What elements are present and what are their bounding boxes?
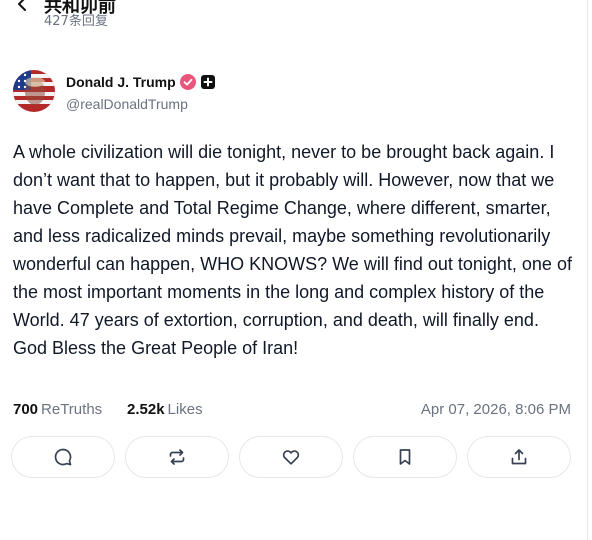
bookmark-icon bbox=[399, 449, 411, 465]
column-divider bbox=[587, 0, 588, 540]
author-handle[interactable]: @realDonaldTrump bbox=[66, 96, 188, 112]
share-icon bbox=[511, 449, 527, 465]
repost-icon bbox=[169, 449, 185, 465]
post-stats: 700 ReTruths 2.52k Likes Apr 07, 2026, 8:0… bbox=[13, 401, 571, 421]
post-text: A whole civilization will die tonight, n… bbox=[13, 142, 572, 358]
post-author: Donald J. Trump @realDonaldTrump bbox=[13, 70, 413, 114]
retruth-button[interactable] bbox=[125, 436, 229, 478]
top-bar: 共和卯前 427条回复 bbox=[0, 0, 580, 30]
post-timestamp: Apr 07, 2026, 8:06 PM bbox=[420, 401, 571, 418]
plus-badge-icon bbox=[200, 74, 216, 90]
heart-icon bbox=[282, 450, 300, 465]
reply-button[interactable] bbox=[11, 436, 115, 478]
share-button[interactable] bbox=[467, 436, 571, 478]
bookmark-button[interactable] bbox=[353, 436, 457, 478]
like-button[interactable] bbox=[239, 436, 343, 478]
likes-label: Likes bbox=[167, 401, 203, 418]
reply-count: 427条回复 bbox=[44, 14, 108, 29]
back-arrow-icon[interactable] bbox=[12, 0, 32, 14]
retruths-stat[interactable]: 700 ReTruths bbox=[13, 401, 102, 418]
likes-count: 2.52k bbox=[127, 401, 165, 418]
likes-stat[interactable]: 2.52k Likes bbox=[127, 401, 203, 418]
comment-icon bbox=[54, 448, 72, 466]
retruths-label: ReTruths bbox=[41, 401, 103, 418]
action-bar bbox=[11, 436, 573, 480]
retruths-count: 700 bbox=[13, 401, 39, 418]
avatar[interactable] bbox=[13, 70, 55, 112]
author-name[interactable]: Donald J. Trump bbox=[66, 74, 176, 90]
verified-badge-icon bbox=[179, 74, 196, 90]
